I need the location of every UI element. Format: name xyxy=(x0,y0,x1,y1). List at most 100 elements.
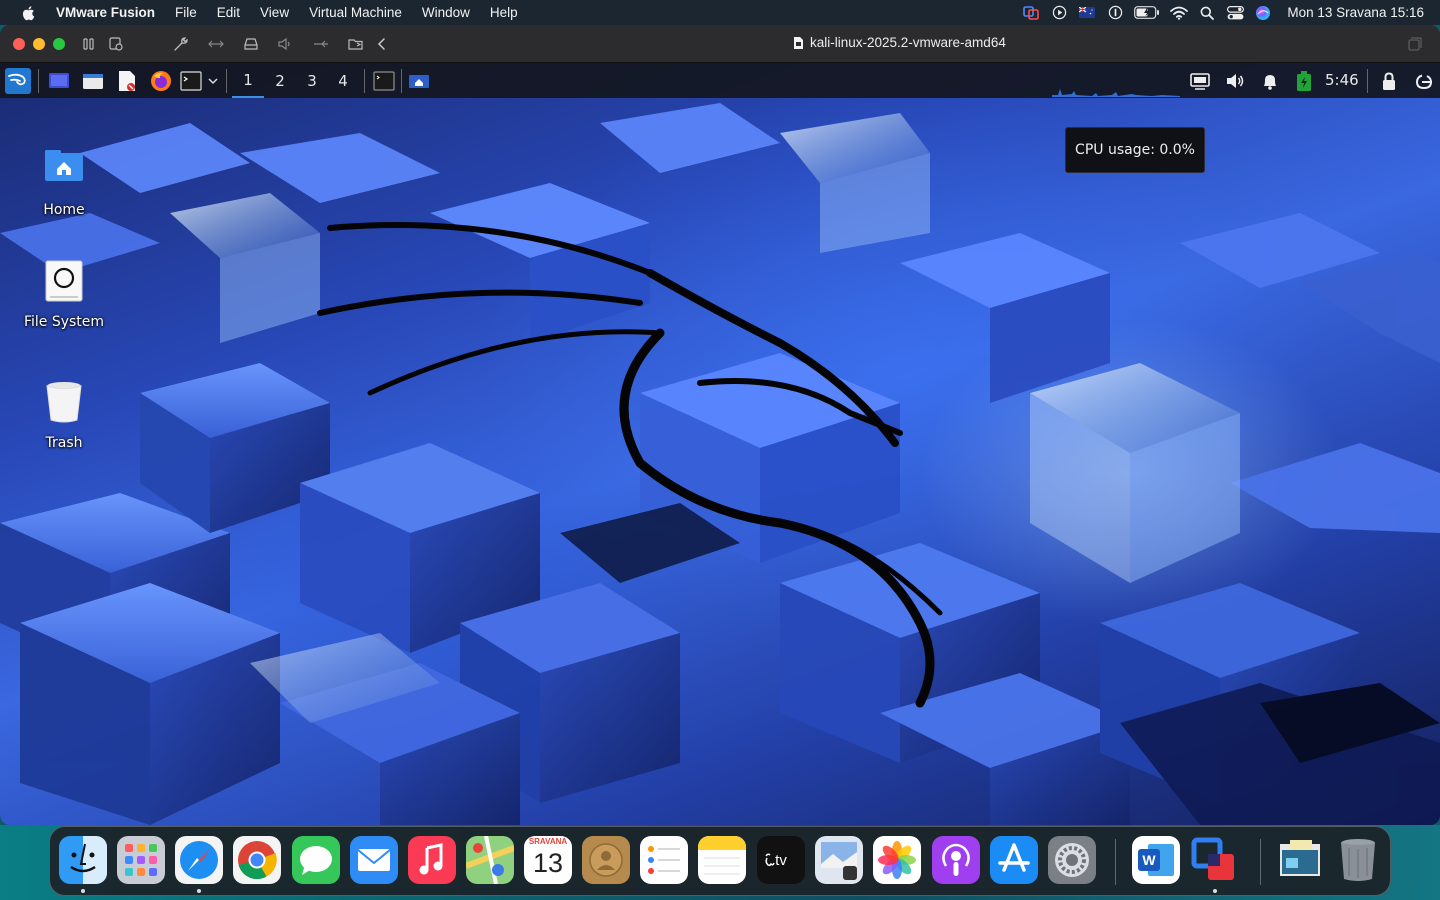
dock-finder-icon[interactable] xyxy=(59,836,107,884)
panel-separator xyxy=(38,69,39,93)
dock-downloads-stack-icon[interactable] xyxy=(1276,836,1324,884)
panel-separator xyxy=(226,69,227,93)
play-circle-icon[interactable] xyxy=(1045,0,1073,25)
dock-calendar-icon[interactable]: SRAVANA 13 xyxy=(524,836,572,884)
menu-help[interactable]: Help xyxy=(480,5,528,20)
spotlight-search-icon[interactable] xyxy=(1193,0,1221,25)
app-menu-vmware-fusion[interactable]: VMware Fusion xyxy=(52,5,165,20)
chevron-left-icon[interactable] xyxy=(373,35,391,53)
kali-menu-icon[interactable] xyxy=(5,68,31,94)
minimize-window-button[interactable] xyxy=(33,38,45,50)
panel-clock[interactable]: 5:46 xyxy=(1325,71,1359,89)
logout-icon[interactable] xyxy=(1413,70,1435,92)
calendar-day: 13 xyxy=(532,848,564,878)
cpu-usage-tooltip: CPU usage: 0.0% xyxy=(1065,127,1205,173)
desktop-wallpaper xyxy=(0,103,1440,825)
dock-podcasts-icon[interactable] xyxy=(932,836,980,884)
suspend-icon[interactable] xyxy=(80,35,98,53)
hard-disk-icon[interactable] xyxy=(242,35,260,53)
dock-notes-icon[interactable] xyxy=(698,836,746,884)
dock-word-icon[interactable]: W xyxy=(1132,836,1180,884)
password-manager-icon[interactable] xyxy=(1101,0,1129,25)
dock-messages-icon[interactable] xyxy=(292,836,340,884)
dock-separator xyxy=(1260,839,1261,885)
battery-icon[interactable] xyxy=(1129,0,1165,25)
menu-view[interactable]: View xyxy=(250,5,299,20)
display-icon[interactable] xyxy=(1189,70,1211,92)
dock-apple-tv-icon[interactable]: tv xyxy=(757,836,805,884)
dock-separator xyxy=(1115,839,1116,885)
usb-icon[interactable] xyxy=(312,35,330,53)
vm-window-title: kali-linux-2025.2-vmware-amd64 xyxy=(793,35,1006,50)
dock-photos-icon[interactable] xyxy=(873,836,921,884)
battery-charging-icon[interactable] xyxy=(1293,70,1315,92)
firefox-icon[interactable] xyxy=(150,70,172,92)
dock-contacts-icon[interactable] xyxy=(582,836,630,884)
menu-window[interactable]: Window xyxy=(412,5,480,20)
text-editor-icon[interactable] xyxy=(116,70,138,92)
snapshot-icon[interactable] xyxy=(107,35,125,53)
dock-music-icon[interactable] xyxy=(408,836,456,884)
chevron-down-icon[interactable] xyxy=(206,70,220,92)
dock-vmware-fusion-icon[interactable] xyxy=(1190,836,1238,884)
drive-icon xyxy=(45,260,83,302)
dock-preview-icon[interactable] xyxy=(815,836,863,884)
home-window-button-icon[interactable] xyxy=(408,70,430,92)
dock-maps-icon[interactable] xyxy=(466,836,514,884)
desktop-icon-trash[interactable]: Trash xyxy=(9,380,119,451)
dock-app-store-icon[interactable] xyxy=(990,836,1038,884)
dock-reminders-icon[interactable] xyxy=(640,836,688,884)
terminal-window-button-icon[interactable] xyxy=(373,70,395,92)
panel-separator xyxy=(1367,69,1368,93)
file-manager-icon[interactable] xyxy=(82,70,104,92)
siri-icon[interactable] xyxy=(1249,0,1277,25)
svg-text:tv: tv xyxy=(775,852,787,869)
running-indicator xyxy=(1213,889,1217,893)
vmware-status-icon[interactable] xyxy=(1017,0,1045,25)
workspace-1[interactable]: 1 xyxy=(232,63,264,98)
shared-folder-icon[interactable] xyxy=(347,35,365,53)
desktop-icon-file-system[interactable]: File System xyxy=(9,259,119,330)
workspace-2[interactable]: 2 xyxy=(264,63,296,98)
dock-trash-icon[interactable] xyxy=(1334,836,1382,884)
wifi-icon[interactable] xyxy=(1165,0,1193,25)
menu-virtual-machine[interactable]: Virtual Machine xyxy=(299,5,412,20)
lock-screen-icon[interactable] xyxy=(1378,70,1400,92)
dock-chrome-icon[interactable] xyxy=(233,836,281,884)
desktop-icon-label: Trash xyxy=(45,435,83,451)
menu-edit[interactable]: Edit xyxy=(207,5,250,20)
menubar-clock[interactable]: Mon 13 Sravana 15:16 xyxy=(1287,5,1424,20)
menu-file[interactable]: File xyxy=(165,5,207,20)
close-window-button[interactable] xyxy=(13,38,25,50)
apple-menu-icon[interactable] xyxy=(20,4,38,22)
flag-australia-icon[interactable] xyxy=(1073,0,1101,25)
panel-separator xyxy=(401,69,402,93)
settings-wrench-icon[interactable] xyxy=(172,35,190,53)
terminal-icon[interactable] xyxy=(180,70,202,92)
restore-window-icon[interactable] xyxy=(1408,37,1422,51)
fullscreen-window-button[interactable] xyxy=(53,38,65,50)
volume-icon[interactable] xyxy=(1224,70,1246,92)
dock-mail-icon[interactable] xyxy=(350,836,398,884)
cpu-graph-plugin[interactable] xyxy=(1052,85,1180,97)
workspace-4[interactable]: 4 xyxy=(327,63,359,98)
workspace-3[interactable]: 3 xyxy=(296,63,328,98)
dock-system-settings-icon[interactable] xyxy=(1048,836,1096,884)
control-center-icon[interactable] xyxy=(1221,0,1249,25)
desktop-icon-home[interactable]: Home xyxy=(9,147,119,218)
xfce-top-panel: 1 2 3 4 5:46 xyxy=(0,63,1440,98)
desktop-icon-label: File System xyxy=(23,314,105,330)
running-indicator xyxy=(81,889,85,893)
vm-document-icon xyxy=(794,36,803,49)
sound-card-icon[interactable] xyxy=(276,35,294,53)
kali-desktop[interactable]: 1 2 3 4 5:46 CPU usage: 0.0% Home File S… xyxy=(0,63,1440,825)
mac-dock: SRAVANA 13 tv W xyxy=(49,826,1391,896)
notification-bell-icon[interactable] xyxy=(1259,70,1281,92)
dock-safari-icon[interactable] xyxy=(175,836,223,884)
dock-launchpad-icon[interactable] xyxy=(117,836,165,884)
network-adapter-icon[interactable] xyxy=(207,35,225,53)
mac-menu-bar: VMware Fusion File Edit View Virtual Mac… xyxy=(0,0,1440,25)
show-desktop-icon[interactable] xyxy=(48,70,70,92)
menubar-status-area: Mon 13 Sravana 15:16 xyxy=(1017,0,1440,25)
running-indicator xyxy=(197,889,201,893)
